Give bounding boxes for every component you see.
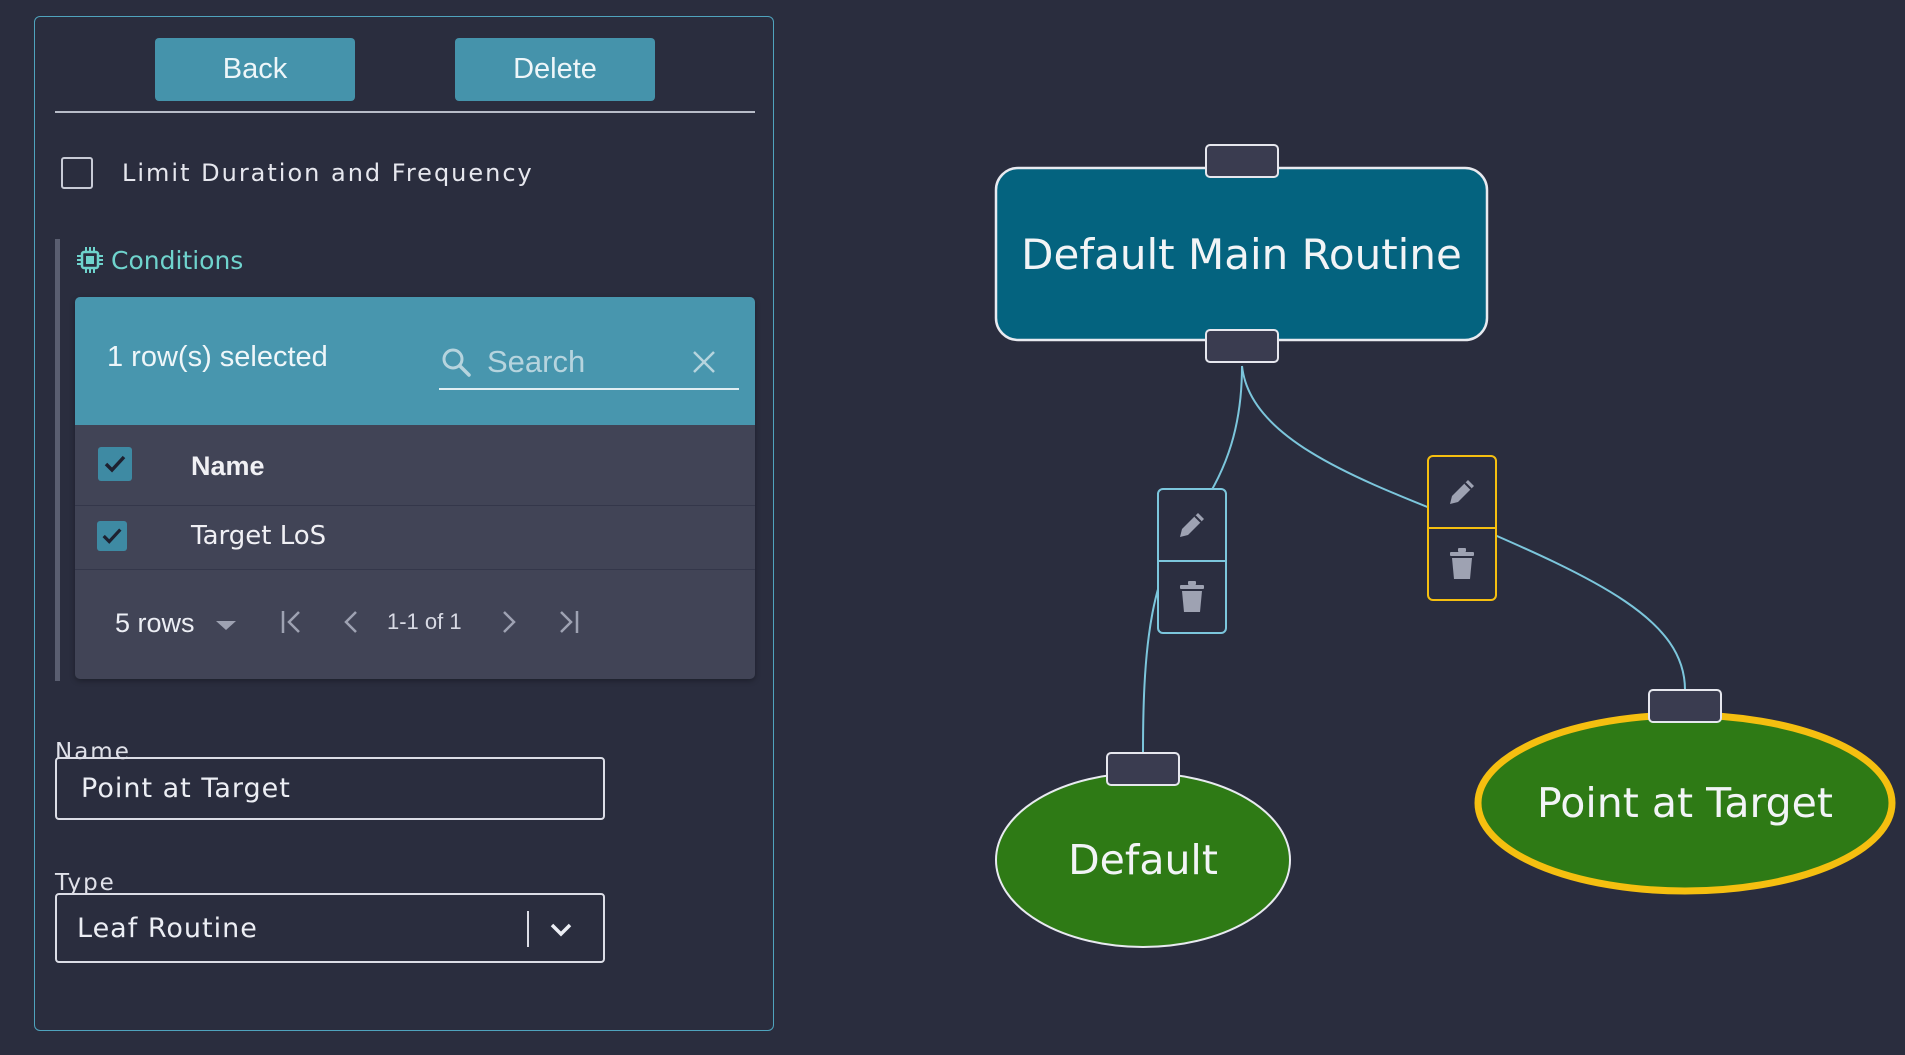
- delete-edge-button[interactable]: [1159, 562, 1225, 632]
- row-checkbox[interactable]: [97, 521, 127, 551]
- previous-page-icon[interactable]: [337, 607, 367, 637]
- pencil-icon: [1180, 513, 1204, 537]
- delete-edge-button[interactable]: [1429, 529, 1495, 599]
- chevron-down-icon[interactable]: [547, 915, 575, 943]
- point-at-target-node-label: Point at Target: [1537, 779, 1833, 827]
- check-icon: [102, 528, 122, 544]
- rows-per-page-select[interactable]: 5 rows: [115, 608, 238, 639]
- cpu-chip-icon: [77, 247, 103, 273]
- delete-button[interactable]: Delete: [455, 38, 655, 101]
- name-field[interactable]: [55, 757, 605, 820]
- select-all-checkbox[interactable]: [98, 447, 132, 481]
- type-select-value: Leaf Routine: [77, 913, 258, 944]
- edge-controls-default: [1157, 488, 1227, 634]
- trash-icon: [1180, 581, 1204, 612]
- limit-duration-checkbox[interactable]: [61, 157, 93, 189]
- main-input-port[interactable]: [1205, 144, 1279, 178]
- conditions-header: Conditions: [75, 245, 243, 275]
- main-routine-label: Default Main Routine: [1021, 229, 1462, 279]
- main-output-port[interactable]: [1205, 329, 1279, 363]
- table-header-row: Name: [75, 425, 755, 506]
- edit-edge-button[interactable]: [1159, 490, 1225, 562]
- table-toolbar: 1 row(s) selected: [75, 297, 755, 425]
- type-select[interactable]: Leaf Routine: [55, 893, 605, 963]
- search-input[interactable]: [485, 342, 679, 381]
- caret-down-icon: [216, 621, 237, 630]
- back-button[interactable]: Back: [155, 38, 355, 101]
- trash-icon: [1450, 548, 1474, 579]
- routine-editor-panel: Back Delete Limit Duration and Frequency…: [34, 16, 774, 1031]
- rows-per-page-value: 5 rows: [115, 608, 195, 638]
- first-page-icon[interactable]: [277, 607, 307, 637]
- search-box: [439, 335, 739, 390]
- divider: [55, 111, 755, 113]
- edge-controls-point-at-target: [1427, 455, 1497, 601]
- clear-search-icon[interactable]: [689, 347, 719, 377]
- limit-duration-label: Limit Duration and Frequency: [122, 159, 534, 187]
- conditions-title: Conditions: [111, 245, 244, 275]
- default-input-port[interactable]: [1106, 752, 1180, 786]
- edit-edge-button[interactable]: [1429, 457, 1495, 529]
- table-row[interactable]: Target LoS: [75, 505, 755, 570]
- last-page-icon[interactable]: [553, 607, 583, 637]
- selection-count: 1 row(s) selected: [107, 341, 328, 373]
- conditions-table: 1 row(s) selected Name: [75, 297, 755, 679]
- limit-duration-row[interactable]: Limit Duration and Frequency: [61, 157, 534, 189]
- pencil-icon: [1450, 480, 1474, 504]
- point-at-target-input-port[interactable]: [1648, 689, 1722, 723]
- column-header-name[interactable]: Name: [191, 451, 265, 482]
- default-node-label: Default: [1068, 836, 1218, 884]
- search-icon: [442, 348, 471, 377]
- conditions-section-bar: [55, 239, 60, 681]
- table-pagination: 5 rows 1-1 of 1: [75, 569, 755, 679]
- page-info: 1-1 of 1: [387, 609, 462, 634]
- select-separator: [527, 911, 529, 947]
- next-page-icon[interactable]: [493, 607, 523, 637]
- check-icon: [104, 455, 126, 473]
- row-name-cell: Target LoS: [191, 521, 327, 551]
